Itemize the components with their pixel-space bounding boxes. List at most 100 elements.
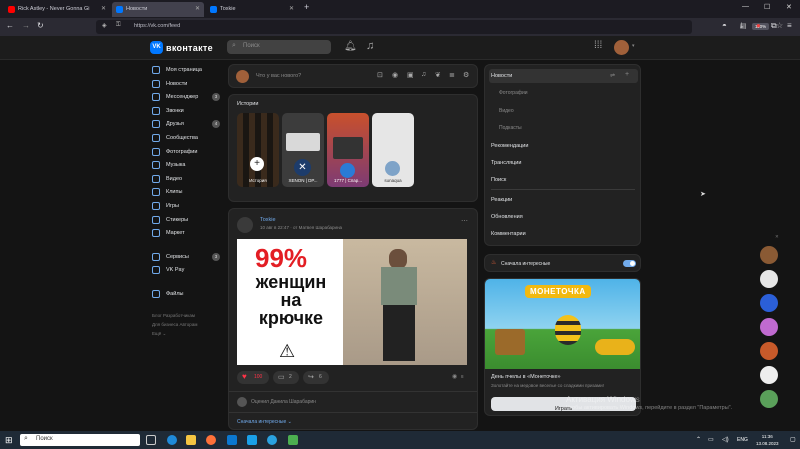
more-icon[interactable]: ⋯ (461, 217, 468, 225)
firefox-icon[interactable] (206, 435, 216, 445)
camera-icon[interactable]: ⊡ (377, 71, 383, 79)
minecraft-icon[interactable] (288, 435, 298, 445)
chat-avatar[interactable] (760, 390, 778, 408)
taskbar-clock[interactable]: 11:36 13.08.2023 (756, 433, 779, 447)
edge-icon[interactable] (167, 435, 177, 445)
chat-avatar[interactable] (760, 318, 778, 336)
chevron-down-icon[interactable]: ▾ (632, 43, 635, 49)
reload-icon[interactable]: ↻ (37, 21, 44, 30)
left-menu-item[interactable]: VK Pay (152, 264, 222, 276)
footer-links-2[interactable]: Для бизнеса Авторам (152, 322, 197, 327)
settings-icon[interactable]: ⚙ (463, 71, 469, 79)
store-icon[interactable] (247, 435, 257, 445)
left-menu-item[interactable]: Фотографии (152, 146, 222, 158)
windows-start-icon[interactable]: ⊞ (5, 435, 13, 446)
notifications-icon[interactable]: ▢ (790, 436, 796, 443)
show-interesting-link[interactable]: Сначала интересные ⌄ (237, 419, 292, 425)
share-button[interactable]: ↪ 6 (303, 371, 329, 384)
taskbar-search[interactable]: ⌕ Поиск (20, 434, 140, 446)
feed-filter-item[interactable]: Фотографии (499, 90, 528, 96)
forward-icon[interactable]: → (22, 21, 30, 30)
download-icon[interactable]: ⤓ (740, 21, 744, 31)
vk-search-input[interactable]: ⌕ Поиск (227, 40, 331, 54)
filter-settings-icon[interactable]: ⇌ (610, 72, 615, 79)
feed-filter-item[interactable]: Комментарии (491, 231, 526, 237)
pocket-icon[interactable]: ◓ (722, 21, 727, 30)
interesting-first-toggle-row[interactable]: ♨ Сначала интересные (484, 254, 641, 272)
left-menu-item[interactable]: Друзья 4 (152, 118, 222, 130)
like-button[interactable]: ♥ 100 (237, 371, 269, 384)
tab-youtube[interactable]: Rick Astley - Never Gonna Gi ✕ (4, 2, 110, 17)
chat-avatar[interactable] (760, 366, 778, 384)
story-create[interactable]: + История (237, 113, 279, 187)
url-bar[interactable]: ◈ ⚿ https://vk.com/feed 110% ▤ ☆ (96, 20, 783, 34)
feed-filter-item[interactable]: Поиск (491, 177, 506, 183)
network-icon[interactable]: ▭ (708, 436, 714, 443)
left-menu-item[interactable]: Игры (152, 200, 222, 212)
feed-filter-item[interactable]: Трансляции (491, 160, 521, 166)
close-icon[interactable]: ✕ (101, 2, 106, 17)
left-menu-item[interactable]: Сервисы 3 (152, 251, 222, 263)
music-icon[interactable]: ♫ (366, 40, 374, 52)
post-composer[interactable]: Что у вас нового? ⊡ ◉ ▣ ♫ ❦ ≣ ⚙ (228, 64, 478, 88)
left-menu-item[interactable]: Клипы (152, 186, 222, 198)
story-item[interactable]: ✕ XENON | DP... (282, 113, 324, 187)
post-image[interactable]: 99% женщин на крючке ⚠ (237, 239, 467, 365)
vk-logo[interactable]: VK вконтакте (150, 41, 213, 54)
story-item[interactable]: sunaqua (372, 113, 414, 187)
chat-avatar[interactable] (760, 246, 778, 264)
minimize-icon[interactable]: — (742, 3, 749, 10)
toggle-switch[interactable] (623, 260, 636, 267)
left-menu-item[interactable]: Файлы (152, 288, 222, 300)
close-icon[interactable]: ✕ (289, 2, 294, 17)
notifications-bell-icon[interactable]: 🔔︎ (344, 41, 357, 52)
clip-icon[interactable]: ❦ (435, 71, 441, 79)
extension-red-icon[interactable]: ● (756, 21, 761, 30)
left-menu-item[interactable]: Моя страница (152, 64, 222, 76)
tab-toxkie[interactable]: Toxkie ✕ (206, 2, 298, 17)
extensions-icon[interactable]: ⧉ (771, 21, 777, 31)
avatar[interactable] (614, 40, 629, 55)
feed-filter-item[interactable]: Видео (499, 108, 514, 114)
comment-button[interactable]: ▭ 2 (273, 371, 299, 384)
left-menu-item[interactable]: Музыка (152, 159, 222, 171)
left-menu-item[interactable]: Сообщества (152, 132, 222, 144)
left-menu-item[interactable]: Маркет (152, 227, 222, 239)
left-menu-item[interactable]: Звонки (152, 105, 222, 117)
tab-news[interactable]: Новости ✕ (112, 2, 204, 17)
footer-links-3[interactable]: Ещё ⌄ (152, 331, 166, 337)
article-icon[interactable]: ≣ (449, 71, 455, 79)
record-icon[interactable]: ◉ (392, 71, 398, 79)
volume-icon[interactable]: ◁) (722, 436, 729, 443)
telegram-icon[interactable] (267, 435, 277, 445)
chat-avatar[interactable] (760, 270, 778, 288)
task-view-icon[interactable] (146, 435, 156, 445)
back-icon[interactable]: ← (6, 21, 14, 30)
feed-filter-item[interactable]: Рекомендации (491, 143, 528, 149)
author-avatar[interactable] (237, 217, 253, 233)
mail-icon[interactable] (227, 435, 237, 445)
feed-filter-item[interactable]: Обновления (491, 214, 523, 220)
explorer-icon[interactable] (186, 435, 196, 445)
chat-avatar[interactable] (760, 342, 778, 360)
new-tab-button[interactable]: + (304, 2, 309, 12)
language-indicator[interactable]: ENG (737, 437, 748, 443)
story-item[interactable]: 1777 | Спар... (327, 113, 369, 187)
post-author[interactable]: Toxkie (260, 217, 276, 223)
feed-filter-item[interactable]: Реакции (491, 197, 512, 203)
bookmark-star-icon[interactable]: ☆ (776, 21, 783, 30)
maximize-icon[interactable]: ☐ (764, 3, 770, 11)
left-menu-item[interactable]: Видео (152, 173, 222, 185)
feed-filter-item[interactable]: Подкасты (499, 125, 522, 131)
chat-avatar[interactable] (760, 294, 778, 312)
footer-links-1[interactable]: Блог Разработчикам (152, 313, 195, 318)
feed-filter-item[interactable]: Новости (491, 73, 512, 79)
music-icon[interactable]: ♫ (421, 71, 426, 78)
left-menu-item[interactable]: Стикеры (152, 214, 222, 226)
left-menu-item[interactable]: Мессенджер 3 (152, 91, 222, 103)
apps-grid-icon[interactable]: ⁞⁞⁞ (594, 40, 602, 51)
add-icon[interactable]: + (625, 71, 629, 78)
close-window-icon[interactable]: ✕ (786, 3, 792, 11)
photo-icon[interactable]: ▣ (407, 71, 414, 79)
menu-icon[interactable]: ≡ (787, 21, 792, 30)
